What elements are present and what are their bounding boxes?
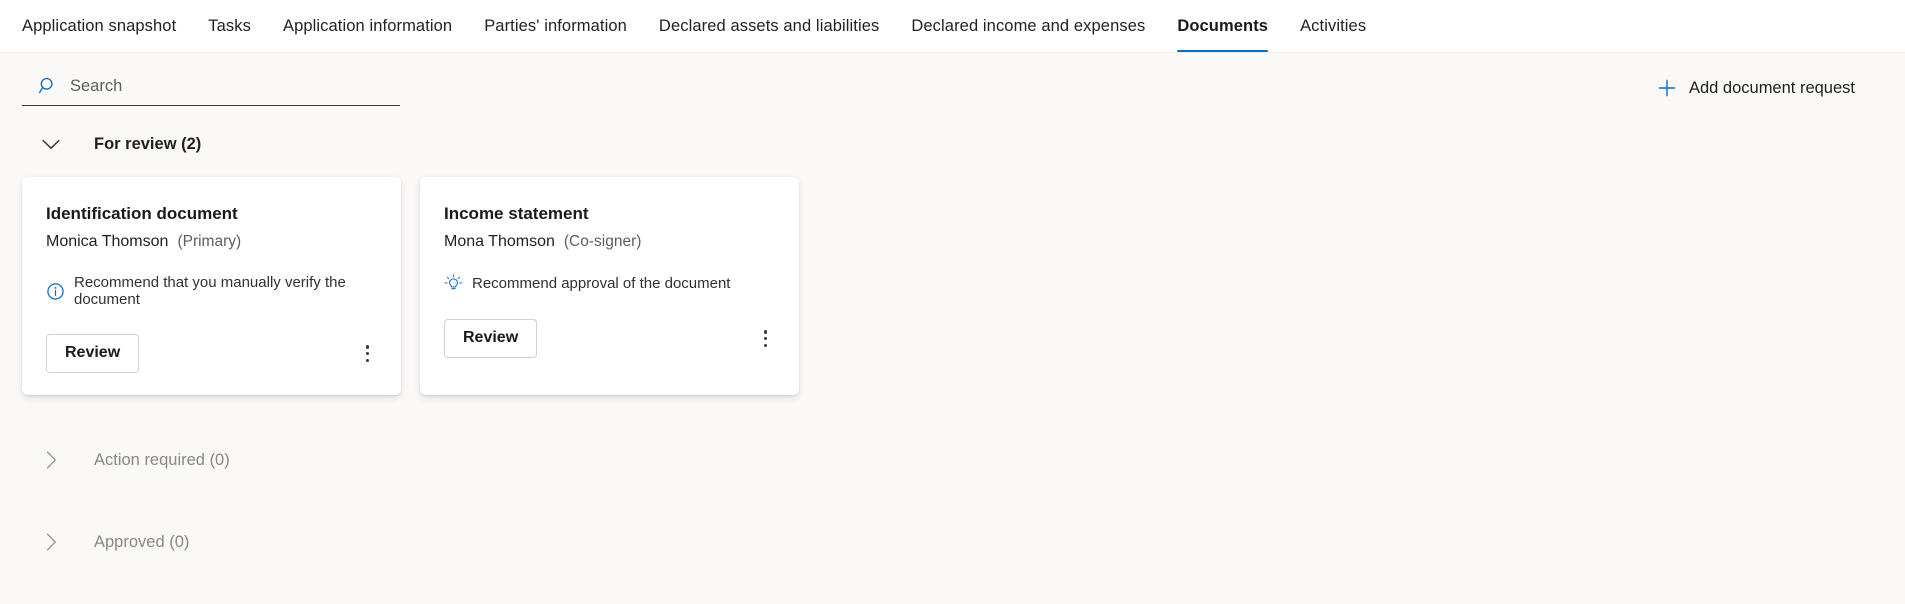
chevron-down-icon — [36, 139, 66, 150]
document-party: Mona Thomson (Co-signer) — [444, 233, 775, 251]
more-vertical-icon[interactable] — [358, 339, 377, 368]
document-recommendation: Recommend that you manually verify the d… — [46, 274, 377, 308]
plus-icon — [1658, 79, 1676, 97]
tab-label: Declared income and expenses — [911, 16, 1146, 35]
recommendation-text: Recommend approval of the document — [472, 275, 731, 293]
section-title: For review (2) — [94, 134, 202, 153]
info-icon — [47, 283, 64, 300]
tab-activities[interactable]: Activities — [1284, 0, 1382, 52]
section-header-approved[interactable]: Approved (0) — [22, 521, 1883, 563]
document-title: Income statement — [444, 204, 589, 223]
tab-parties-information[interactable]: Parties' information — [468, 0, 643, 52]
document-card-actions: Review — [444, 319, 775, 359]
tab-declared-assets-and-liabilities[interactable]: Declared assets and liabilities — [643, 0, 895, 52]
tab-label: Declared assets and liabilities — [658, 16, 880, 35]
review-button[interactable]: Review — [46, 334, 140, 374]
section-title: Approved (0) — [94, 532, 190, 551]
document-recommendation: Recommend approval of the document — [444, 274, 775, 293]
section-header-for-review[interactable]: For review (2) — [22, 123, 1883, 165]
recommendation-text: Recommend that you manually verify the d… — [74, 274, 346, 309]
section-title: Action required (0) — [94, 450, 230, 469]
documents-content: For review (2) Identification document M… — [0, 123, 1905, 563]
tab-application-information[interactable]: Application information — [267, 0, 468, 52]
chevron-right-icon — [36, 451, 66, 469]
document-card[interactable]: Identification document Monica Thomson (… — [22, 177, 401, 396]
add-document-request-label: Add document request — [1688, 78, 1855, 97]
search-icon — [38, 77, 53, 94]
document-card-actions: Review — [46, 334, 377, 374]
tab-label: Application snapshot — [22, 16, 177, 35]
document-card-list: Identification document Monica Thomson (… — [22, 177, 1883, 396]
party-name: Mona Thomson — [444, 233, 555, 251]
kebab-dot — [763, 330, 767, 334]
review-button[interactable]: Review — [444, 319, 538, 359]
tab-label: Parties' information — [484, 16, 627, 35]
main-tab-bar: Application snapshot Tasks Application i… — [0, 0, 1905, 53]
party-role: (Primary) — [177, 233, 242, 251]
tab-label: Application information — [282, 16, 453, 35]
search-input[interactable] — [70, 76, 398, 96]
section-header-action-required[interactable]: Action required (0) — [22, 439, 1883, 481]
add-document-request-button[interactable]: Add document request — [1653, 72, 1859, 104]
document-title: Identification document — [46, 204, 238, 223]
kebab-dot — [365, 345, 369, 349]
party-name: Monica Thomson — [46, 233, 169, 251]
active-tab-indicator — [1177, 49, 1269, 52]
document-party: Monica Thomson (Primary) — [46, 233, 377, 251]
kebab-dot — [763, 337, 767, 341]
document-card[interactable]: Income statement Mona Thomson (Co-signer… — [420, 177, 799, 396]
more-vertical-icon[interactable] — [756, 324, 775, 353]
tab-declared-income-and-expenses[interactable]: Declared income and expenses — [895, 0, 1161, 52]
tab-application-snapshot[interactable]: Application snapshot — [22, 0, 192, 52]
tab-tasks[interactable]: Tasks — [192, 0, 267, 52]
tab-label: Documents — [1177, 16, 1269, 35]
tab-label: Tasks — [208, 16, 251, 35]
kebab-dot — [365, 352, 369, 356]
kebab-dot — [763, 343, 767, 347]
kebab-dot — [365, 358, 369, 362]
documents-toolbar: Add document request — [0, 53, 1905, 123]
tab-documents[interactable]: Documents — [1161, 0, 1284, 52]
tab-label: Activities — [1300, 16, 1367, 35]
party-role: (Co-signer) — [563, 233, 642, 251]
lightbulb-icon — [444, 274, 463, 290]
chevron-right-icon — [36, 533, 66, 551]
search-box[interactable] — [22, 70, 400, 106]
